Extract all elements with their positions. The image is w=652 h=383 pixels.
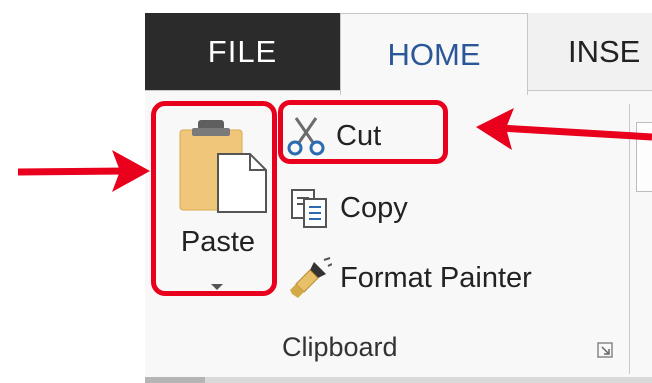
tab-file[interactable]: FILE <box>145 13 340 91</box>
format-painter-label: Format Painter <box>340 261 532 294</box>
tab-home[interactable]: HOME <box>340 13 528 95</box>
paste-highlight-box <box>151 101 277 296</box>
clipboard-group-label: Clipboard <box>282 332 398 362</box>
tab-insert-label: INSE <box>568 34 641 69</box>
ribbon-bottom-border <box>145 377 652 383</box>
dialog-launcher-icon[interactable] <box>597 342 613 358</box>
left-arrow-icon <box>17 150 150 192</box>
group-separator <box>629 104 630 374</box>
tab-home-label: HOME <box>387 36 481 72</box>
tab-file-label: FILE <box>207 34 278 69</box>
cut-highlight-box <box>278 100 448 164</box>
paintbrush-icon <box>290 257 332 298</box>
copy-icon <box>291 189 327 228</box>
copy-label: Copy <box>340 191 408 224</box>
copy-button[interactable]: Copy <box>288 182 408 234</box>
ribbon-screenshot: FILE HOME INSE Paste Cut Copy Format Pai… <box>0 0 652 383</box>
format-painter-button[interactable]: Format Painter <box>288 252 532 304</box>
next-group-control-edge <box>636 122 652 192</box>
tab-insert[interactable]: INSE <box>568 13 652 91</box>
ribbon-bottom-border-segment <box>145 377 205 383</box>
